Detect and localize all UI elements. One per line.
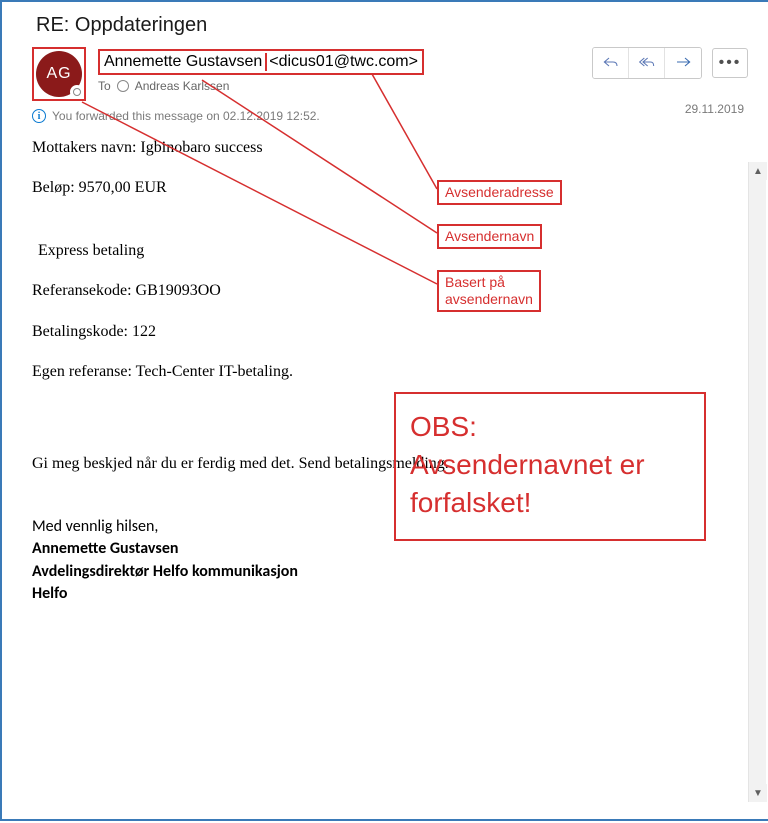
ellipsis-icon: ••• xyxy=(719,54,742,72)
forward-button[interactable] xyxy=(665,48,701,78)
scroll-up-button[interactable]: ▲ xyxy=(749,162,767,180)
chevron-down-icon: ▼ xyxy=(753,788,763,799)
sender-block: Annemette Gustavsen <dicus01@twc.com> To… xyxy=(98,47,580,93)
vertical-scrollbar[interactable]: ▲ ▼ xyxy=(748,162,766,802)
signature-org: Helfo xyxy=(32,583,748,605)
avatar-initials: AG xyxy=(46,65,71,83)
to-recipient: Andreas Karlssen xyxy=(135,79,230,93)
email-subject: RE: Oppdateringen xyxy=(32,14,748,37)
forward-info-text: You forwarded this message on 02.12.2019… xyxy=(52,109,320,123)
forward-icon xyxy=(675,55,691,72)
signature-name: Annemette Gustavsen xyxy=(32,538,748,560)
reference-code-label: Referansekode: xyxy=(32,282,136,299)
highlight-internal-divider xyxy=(265,53,267,71)
recipient-name-label: Mottakers navn: xyxy=(32,139,140,156)
email-header: AG Annemette Gustavsen <dicus01@twc.com>… xyxy=(32,47,748,101)
forward-info-bar: i You forwarded this message on 02.12.20… xyxy=(32,109,748,123)
presence-indicator-icon xyxy=(70,85,84,99)
express-payment-line: Express betaling xyxy=(32,240,748,262)
sender-avatar[interactable]: AG xyxy=(36,51,82,97)
reply-all-icon xyxy=(639,55,655,72)
avatar-highlight-box: AG xyxy=(32,47,86,101)
reply-icon xyxy=(603,55,619,72)
payment-code-value: 122 xyxy=(132,323,156,340)
annotation-sender-name: Avsendernavn xyxy=(437,224,542,249)
more-actions-button[interactable]: ••• xyxy=(712,48,748,78)
own-reference-label: Egen referanse: xyxy=(32,363,136,380)
email-reading-pane: RE: Oppdateringen AG Annemette Gustavsen… xyxy=(2,2,768,819)
to-label: To xyxy=(98,79,111,93)
recipient-presence-icon xyxy=(117,80,129,92)
signature-title: Avdelingsdirektør Helfo kommunikasjon xyxy=(32,561,748,583)
sender-name: Annemette Gustavsen xyxy=(104,53,262,70)
info-icon: i xyxy=(32,109,46,123)
reference-code-value: GB19093OO xyxy=(136,282,221,299)
scroll-down-button[interactable]: ▼ xyxy=(749,784,767,802)
reply-action-group xyxy=(592,47,702,79)
chevron-up-icon: ▲ xyxy=(753,166,763,177)
recipient-name-value: Igbinobaro success xyxy=(140,139,262,156)
sender-email: <dicus01@twc.com> xyxy=(269,53,418,70)
own-reference-value: Tech-Center IT-betaling. xyxy=(136,363,293,380)
annotation-sender-address: Avsenderadresse xyxy=(437,180,562,205)
email-date: 29.11.2019 xyxy=(685,102,744,116)
reply-button[interactable] xyxy=(593,48,629,78)
amount-value: 9570,00 EUR xyxy=(79,179,167,196)
annotation-warning-box: OBS: Avsendernavnet er forfalsket! xyxy=(394,392,706,541)
reply-all-button[interactable] xyxy=(629,48,665,78)
payment-code-label: Betalingskode: xyxy=(32,323,132,340)
sender-highlight-box: Annemette Gustavsen <dicus01@twc.com> xyxy=(98,49,424,75)
amount-label: Beløp: xyxy=(32,179,79,196)
annotation-based-on: Basert på avsendernavn xyxy=(437,270,541,312)
to-line: To Andreas Karlssen xyxy=(98,79,580,93)
message-actions: ••• xyxy=(592,47,748,79)
